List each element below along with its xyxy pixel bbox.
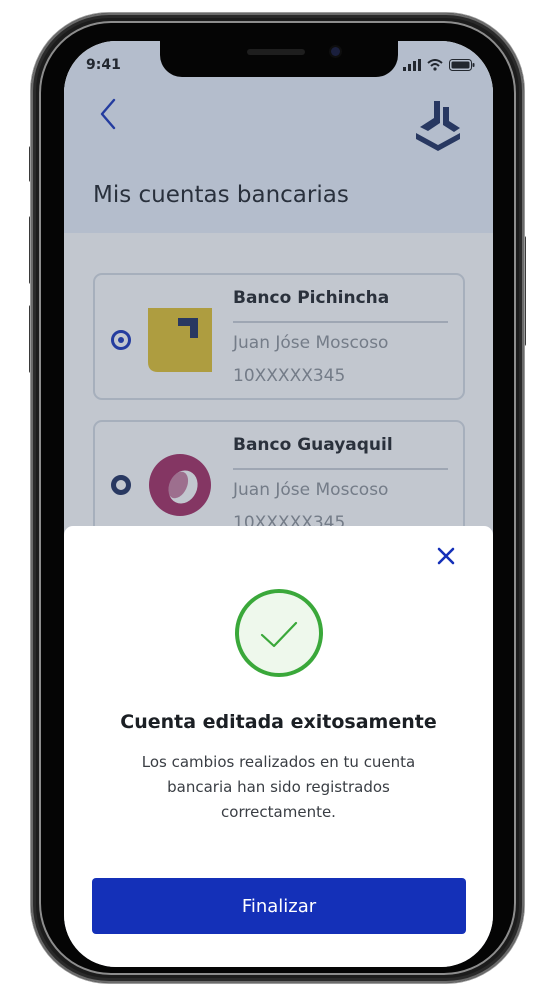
phone-screen: 9:41 Mis cuentas bancarias Banco Pichinc… — [64, 41, 493, 967]
speaker — [247, 49, 305, 55]
front-camera — [331, 47, 340, 56]
notch — [160, 41, 398, 77]
finalize-button[interactable]: Finalizar — [92, 878, 466, 934]
check-circle-icon — [235, 589, 323, 677]
modal-description: Los cambios realizados en tu cuenta banc… — [141, 753, 416, 821]
success-modal: Cuenta editada exitosamente Los cambios … — [64, 526, 493, 967]
close-icon[interactable] — [434, 544, 458, 568]
modal-title: Cuenta editada exitosamente — [120, 711, 437, 733]
